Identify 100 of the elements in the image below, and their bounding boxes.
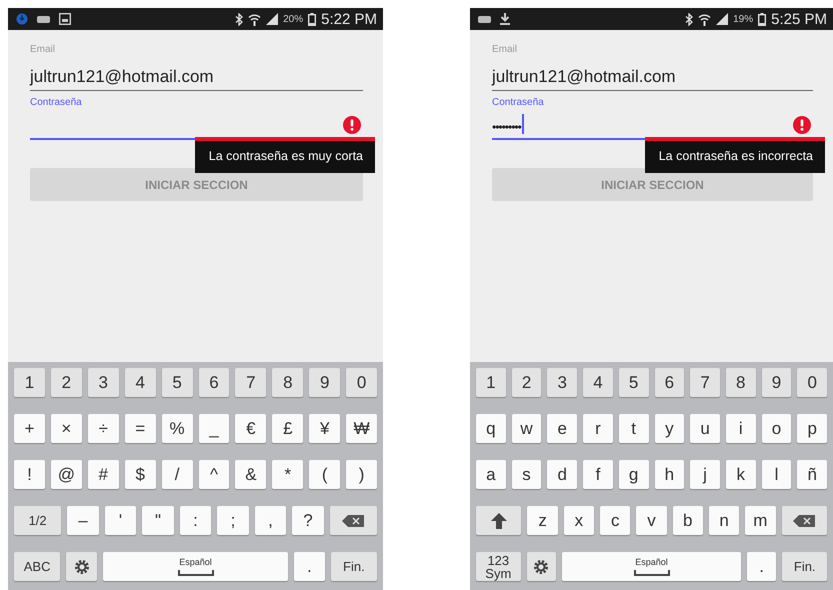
keyboard-key[interactable]: h	[654, 460, 684, 489]
keyboard-key[interactable]: n	[708, 506, 740, 535]
keyboard-key[interactable]: 1/2	[14, 506, 62, 535]
keyboard-key[interactable]: ,	[254, 506, 286, 535]
keyboard-key[interactable]: f	[583, 460, 613, 489]
keyboard-key[interactable]: 5	[618, 368, 649, 397]
keyboard-key[interactable]: 6	[198, 368, 230, 397]
keyboard-key[interactable]: %	[162, 414, 193, 443]
password-label: Contraseña	[492, 97, 545, 108]
keyboard-key[interactable]: j	[690, 460, 720, 489]
keyboard-key[interactable]: ₩	[346, 414, 378, 443]
keyboard-key[interactable]: 9	[309, 368, 340, 397]
signal-icon	[716, 13, 728, 25]
battery-icon	[758, 12, 766, 26]
keyboard-key[interactable]: .	[746, 552, 776, 581]
keyboard-key[interactable]: e	[547, 414, 578, 443]
keyboard-key[interactable]: 2	[512, 368, 542, 397]
keyboard-key[interactable]: ?	[292, 506, 324, 535]
keyboard-key[interactable]: 4	[583, 368, 613, 397]
keyboard-key[interactable]: b	[672, 506, 703, 535]
keyboard-key[interactable]: 8	[726, 368, 756, 397]
email-field[interactable]: jultrun121@hotmail.com	[492, 55, 813, 91]
keyboard-key[interactable]: q	[476, 414, 506, 443]
error-icon	[793, 116, 811, 134]
keyboard-key[interactable]: /	[162, 460, 193, 489]
keyboard-key[interactable]: m	[745, 506, 776, 535]
keyboard-key[interactable]: 9	[762, 368, 792, 397]
keyboard-key[interactable]: &	[235, 460, 266, 489]
keyboard-key[interactable]: z	[527, 506, 558, 535]
keyboard-key[interactable]: 123 Sym	[476, 552, 521, 581]
keyboard-key[interactable]: $	[124, 460, 156, 489]
keyboard-key[interactable]: #	[88, 460, 119, 489]
keyboard-key[interactable]: *	[272, 460, 304, 489]
keyboard-key[interactable]: ñ	[797, 460, 828, 489]
keyboard-key[interactable]: _	[198, 414, 230, 443]
keyboard-key[interactable]: 1	[14, 368, 45, 397]
keyboard-key[interactable]: g	[618, 460, 649, 489]
keyboard-key[interactable]: 4	[124, 368, 156, 397]
keyboard-key[interactable]: ^	[198, 460, 230, 489]
keyboard-key[interactable]: 7	[235, 368, 266, 397]
keyboard-key[interactable]: u	[690, 414, 720, 443]
keyboard-key[interactable]: ×	[50, 414, 82, 443]
keyboard-key[interactable]: ¥	[309, 414, 340, 443]
keyboard-key[interactable]: :	[180, 506, 212, 535]
keyboard-key[interactable]: (	[309, 460, 340, 489]
keyboard-key[interactable]: k	[726, 460, 756, 489]
keyboard-key[interactable]: ABC	[14, 552, 60, 581]
bluetooth-icon	[685, 12, 694, 26]
backspace-key[interactable]	[330, 506, 377, 535]
settings-key[interactable]	[526, 552, 556, 581]
keyboard-key[interactable]: c	[600, 506, 630, 535]
keyboard-key[interactable]: 0	[346, 368, 378, 397]
keyboard-key[interactable]: =	[124, 414, 156, 443]
keyboard-key[interactable]: –	[67, 506, 99, 535]
keyboard-key[interactable]: Fin.	[330, 552, 377, 581]
keyboard-key[interactable]: ;	[217, 506, 249, 535]
keyboard-key[interactable]: !	[14, 460, 45, 489]
keyboard-key[interactable]: y	[654, 414, 684, 443]
email-field[interactable]: jultrun121@hotmail.com	[30, 55, 363, 91]
keyboard-key[interactable]: 6	[654, 368, 684, 397]
keyboard-key[interactable]: )	[346, 460, 378, 489]
download-icon	[500, 13, 510, 25]
keyboard-key[interactable]: 0	[797, 368, 828, 397]
keyboard-key[interactable]: a	[476, 460, 506, 489]
keyboard-key[interactable]: r	[583, 414, 613, 443]
keyboard-key[interactable]: 3	[88, 368, 119, 397]
keyboard-key[interactable]: .	[294, 552, 325, 581]
space-key[interactable]: Español	[562, 552, 741, 581]
keyboard-key[interactable]: x	[564, 506, 594, 535]
password-label: Contraseña	[30, 97, 83, 108]
keyboard-key[interactable]: s	[512, 460, 542, 489]
keyboard-key[interactable]: o	[762, 414, 792, 443]
keyboard-key[interactable]: v	[636, 506, 667, 535]
backspace-key[interactable]	[782, 506, 827, 535]
keyboard-key[interactable]: p	[797, 414, 828, 443]
space-bar-icon	[634, 570, 670, 576]
keyboard-key[interactable]: +	[14, 414, 45, 443]
keyboard-key[interactable]: 5	[162, 368, 193, 397]
keyboard-key[interactable]: €	[235, 414, 266, 443]
keyboard-key[interactable]: @	[50, 460, 82, 489]
settings-key[interactable]	[66, 552, 98, 581]
keyboard-key[interactable]: ÷	[88, 414, 119, 443]
keyboard-key[interactable]: d	[547, 460, 578, 489]
keyboard-key[interactable]: Fin.	[782, 552, 828, 581]
space-key[interactable]: Español	[103, 552, 288, 581]
sync-icon	[16, 13, 28, 25]
keyboard-key[interactable]: £	[272, 414, 304, 443]
keyboard-key[interactable]: 3	[547, 368, 578, 397]
keyboard-key[interactable]: t	[618, 414, 649, 443]
keyboard-key[interactable]: "	[142, 506, 174, 535]
keyboard-key[interactable]: w	[512, 414, 542, 443]
keyboard-key[interactable]: 8	[272, 368, 304, 397]
keyboard-key[interactable]: 1	[476, 368, 506, 397]
backspace-icon	[342, 514, 364, 526]
keyboard-key[interactable]: 2	[50, 368, 82, 397]
keyboard-key[interactable]: i	[726, 414, 756, 443]
shift-key[interactable]	[476, 506, 522, 535]
keyboard-key[interactable]: l	[762, 460, 792, 489]
keyboard-key[interactable]: 7	[690, 368, 720, 397]
keyboard-key[interactable]: '	[104, 506, 136, 535]
